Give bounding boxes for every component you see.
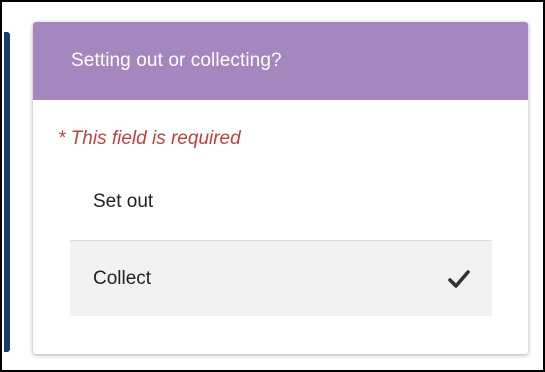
option-collect[interactable]: Collect (70, 240, 492, 316)
required-field-message: * This field is required (58, 128, 241, 149)
option-label: Set out (93, 191, 154, 212)
option-label: Collect (93, 267, 152, 289)
background-panel-edge (4, 32, 10, 352)
option-set-out[interactable]: Set out (70, 164, 492, 240)
question-card: Setting out or collecting? * This field … (33, 22, 528, 354)
question-title: Setting out or collecting? (71, 50, 282, 71)
option-list: Set out Collect (70, 164, 492, 316)
screenshot-frame: Setting out or collecting? * This field … (0, 0, 545, 372)
check-icon (448, 268, 470, 290)
question-header: Setting out or collecting? (33, 22, 528, 100)
